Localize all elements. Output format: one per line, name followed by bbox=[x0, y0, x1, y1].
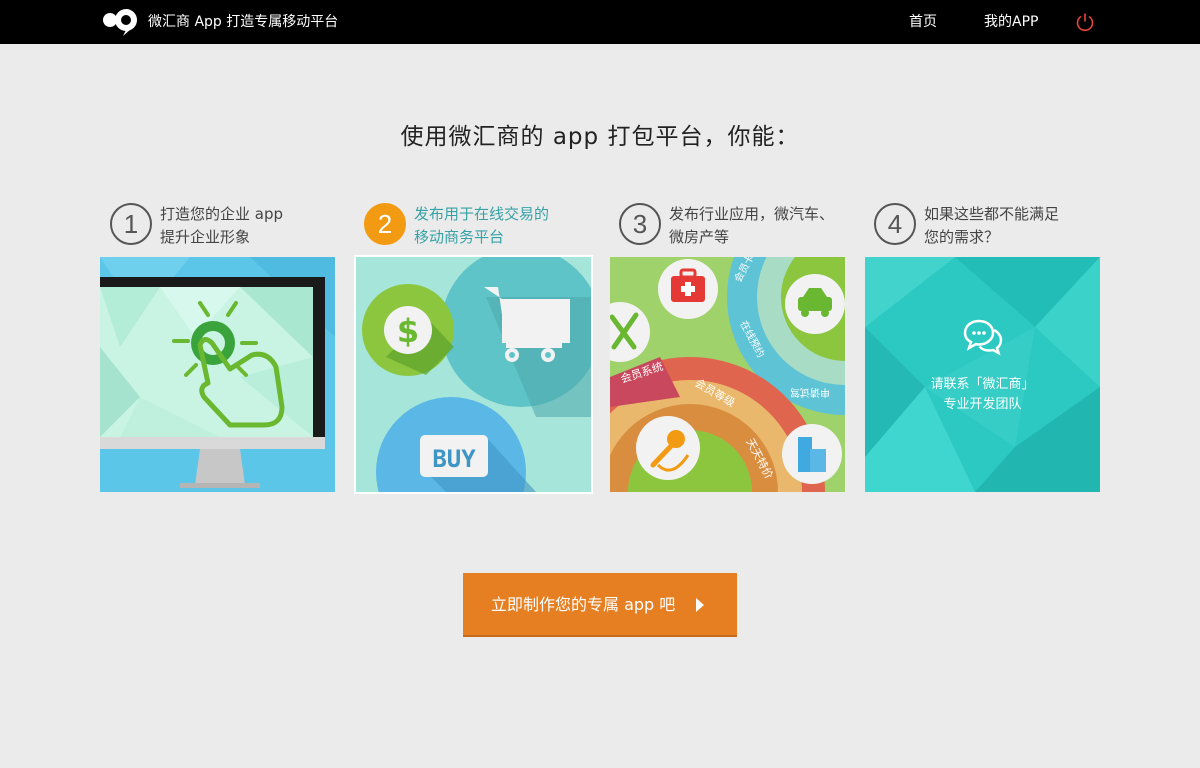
monitor-illustration bbox=[100, 257, 335, 492]
create-app-button[interactable]: 立即制作您的专属 app 吧 bbox=[463, 573, 737, 637]
contact-text: 请联系「微汇商」 专业开发团队 bbox=[865, 375, 1100, 415]
step-number: 4 bbox=[874, 203, 916, 245]
step-number: 2 bbox=[364, 203, 406, 245]
top-nav-bar: 微汇商 App 打造专属移动平台 首页 我的APP bbox=[0, 0, 1200, 44]
step-line: 如果这些都不能满足 bbox=[924, 205, 1060, 223]
step-line: 发布用于在线交易的 bbox=[414, 205, 550, 223]
card-mobile-commerce[interactable]: $ BUY bbox=[354, 255, 593, 494]
create-app-button-label: 立即制作您的专属 app 吧 bbox=[491, 595, 676, 614]
card-contact-team[interactable]: 请联系「微汇商」 专业开发团队 bbox=[865, 257, 1100, 492]
page-headline: 使用微汇商的 app 打包平台，你能： bbox=[400, 124, 800, 150]
power-icon[interactable] bbox=[1075, 12, 1095, 32]
chat-bubble-icon bbox=[963, 319, 1003, 356]
contact-line: 请联系「微汇商」 bbox=[930, 377, 1035, 392]
nav-home-link[interactable]: 首页 bbox=[909, 13, 937, 31]
nav-my-app-link[interactable]: 我的APP bbox=[984, 13, 1038, 31]
step-1: 1 打造您的企业 app 提升企业形象 bbox=[100, 202, 340, 252]
step-line: 发布行业应用，微汽车、 bbox=[669, 205, 835, 223]
arrow-right-icon bbox=[696, 598, 704, 612]
card-enterprise-app[interactable] bbox=[100, 257, 335, 492]
contact-line: 专业开发团队 bbox=[943, 397, 1022, 412]
step-line: 移动商务平台 bbox=[414, 228, 505, 246]
logo-icon[interactable] bbox=[101, 8, 139, 36]
step-description: 打造您的企业 app 提升企业形象 bbox=[160, 203, 283, 249]
step-line: 微房产等 bbox=[669, 228, 730, 246]
industry-wheel-illustration: 会员系统 会员等级 天天特价 在线预约 会员卡 申请试驾 bbox=[610, 257, 845, 492]
buy-label: BUY bbox=[432, 445, 476, 473]
brand-title: 微汇商 App 打造专属移动平台 bbox=[148, 14, 339, 30]
trial-apply-label: 申请试驾 bbox=[790, 386, 830, 399]
step-line: 打造您的企业 app bbox=[160, 205, 284, 223]
step-description: 发布用于在线交易的 移动商务平台 bbox=[414, 203, 549, 249]
step-4: 4 如果这些都不能满足 您的需求？ bbox=[864, 202, 1104, 252]
step-2: 2 发布用于在线交易的 移动商务平台 bbox=[354, 202, 594, 252]
step-number: 1 bbox=[110, 203, 152, 245]
step-description: 发布行业应用，微汽车、 微房产等 bbox=[669, 203, 834, 249]
svg-text:$: $ bbox=[397, 312, 419, 350]
step-number: 3 bbox=[619, 203, 661, 245]
step-3: 3 发布行业应用，微汽车、 微房产等 bbox=[609, 202, 849, 252]
step-description: 如果这些都不能满足 您的需求？ bbox=[924, 203, 1059, 249]
step-line: 提升企业形象 bbox=[160, 228, 251, 246]
card-industry-apps[interactable]: 会员系统 会员等级 天天特价 在线预约 会员卡 申请试驾 bbox=[610, 257, 845, 492]
commerce-illustration: $ BUY bbox=[356, 257, 591, 492]
step-line: 您的需求？ bbox=[924, 228, 1000, 246]
